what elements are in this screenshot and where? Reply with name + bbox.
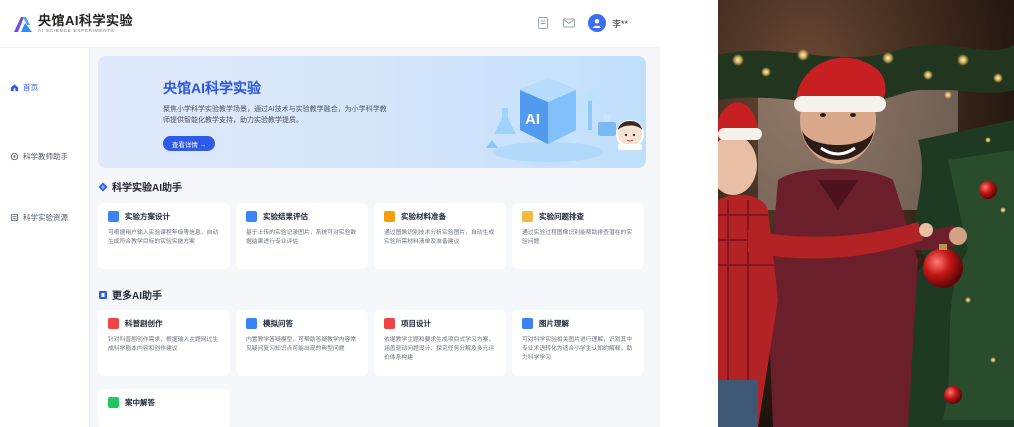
sidebar: 首页 科学教师助手 科学实验资源	[0, 48, 90, 427]
card-title: 实验结果评估	[263, 212, 308, 221]
logo-icon	[14, 16, 32, 32]
card-header: 案中解答	[108, 397, 220, 408]
answer-icon	[108, 397, 119, 408]
card-title: 模拟问答	[263, 319, 293, 328]
father-child-decorating-tree-image	[718, 0, 1014, 427]
card-header: 实验方案设计	[108, 211, 220, 222]
sidebar-item-home[interactable]: 首页	[0, 74, 90, 100]
card-answer[interactable]: 案中解答	[98, 389, 230, 427]
card-title: 实验方案设计	[125, 212, 170, 221]
teacher-icon	[10, 152, 19, 160]
home-icon	[10, 83, 19, 91]
card-description: 通过实验过程图像识别能帮助排查潜在的实验问题	[522, 230, 633, 245]
mail-icon[interactable]	[562, 16, 576, 30]
section-title-label: 科学实验AI助手	[112, 183, 182, 194]
logo-subtitle: AI SCIENCE EXPERIMENTS	[38, 27, 115, 33]
card-header: 图片理解	[522, 318, 634, 329]
logo-text: 央馆AI科学实验 AI SCIENCE EXPERIMENTS	[38, 12, 134, 34]
evaluate-icon	[246, 211, 257, 222]
drama-icon	[108, 318, 119, 329]
screenshot-root: 央馆AI科学实验 AI SCIENCE EXPERIMENTS 李** 首页 科…	[0, 0, 1014, 427]
image-icon	[522, 318, 533, 329]
card-material-prep[interactable]: 实验材料准备 通过图像识别技术分析实验图片，自动生成实验所需材料清单及准备建议	[374, 203, 506, 269]
card-title: 实验问题排查	[539, 212, 584, 221]
card-description: 内置教学答疑模型，可帮助答疑教学内容常见疑问复习知识点可能出现的典型问题	[246, 337, 357, 352]
resource-icon	[10, 213, 19, 221]
card-header: 实验结果评估	[246, 211, 358, 222]
sidebar-item-label: 科学实验资源	[23, 212, 68, 222]
card-title: 科普剧创作	[125, 319, 163, 328]
card-project-design[interactable]: 项目设计 依据教学主题和要求生成项目式学习方案，涵盖驱动问题设计、探究任务分解及…	[374, 310, 506, 376]
card-experiment-plan[interactable]: 实验方案设计 可根据用户输入实验课程年级等信息，自动生成符合教学目标的实验实施方…	[98, 203, 230, 269]
card-header: 科普剧创作	[108, 318, 220, 329]
ai-lab-illustration: AI	[486, 78, 644, 162]
sidebar-item-teacher[interactable]: 科学教师助手	[0, 143, 90, 169]
card-science-drama[interactable]: 科普剧创作 针对科普剧创作需求，根据输入主题网过生成科学剧本内容和创作建议	[98, 310, 230, 376]
view-details-button[interactable]: 查看详情 →	[163, 136, 215, 151]
top-bar: 央馆AI科学实验 AI SCIENCE EXPERIMENTS 李**	[0, 0, 660, 48]
card-description: 基于上传的实验记录图片，系统可对实验数据结果进行专业评估	[246, 230, 357, 245]
document-icon[interactable]	[536, 16, 550, 30]
sidebar-item-resources[interactable]: 科学实验资源	[0, 204, 90, 230]
card-description: 可根据用户输入实验课程年级等信息，自动生成符合教学目标的实验实施方案	[108, 230, 219, 245]
main-content: 央馆AI科学实验 聚焦小学科学实验教学场景，通过AI技术与实验教学融合，为小学科…	[90, 48, 660, 427]
banner-title: 央馆AI科学实验	[163, 80, 261, 96]
card-description: 通过图像识别技术分析实验图片，自动生成实验所需材料清单及准备建议	[384, 230, 495, 245]
svg-text:AI: AI	[525, 111, 540, 128]
card-troubleshoot[interactable]: 实验问题排查 通过实验过程图像识别能帮助排查潜在的实验问题	[512, 203, 644, 269]
christmas-photo	[718, 0, 1014, 427]
user-avatar[interactable]	[587, 14, 606, 32]
section-title-label: 更多AI助手	[112, 291, 162, 302]
project-icon	[384, 318, 395, 329]
card-header: 项目设计	[384, 318, 496, 329]
card-result-evaluation[interactable]: 实验结果评估 基于上传的实验记录图片，系统可对实验数据结果进行专业评估	[236, 203, 368, 269]
card-title: 实验材料准备	[401, 212, 446, 221]
card-image-understanding[interactable]: 图片理解 可对科学实验相关图片进行理解，识别其中专业术语转化为适合小学生认知的解…	[512, 310, 644, 376]
card-description: 针对科普剧创作需求，根据输入主题网过生成科学剧本内容和创作建议	[108, 337, 219, 352]
app-window: 央馆AI科学实验 AI SCIENCE EXPERIMENTS 李** 首页 科…	[0, 0, 660, 427]
logo[interactable]: 央馆AI科学实验 AI SCIENCE EXPERIMENTS	[12, 12, 134, 34]
qa-icon	[246, 318, 257, 329]
sidebar-item-label: 科学教师助手	[23, 151, 68, 161]
card-header: 实验问题排查	[522, 211, 634, 222]
top-actions: 李**	[536, 14, 628, 32]
bookmark-icon	[99, 290, 107, 299]
card-title: 项目设计	[401, 319, 431, 328]
card-title: 图片理解	[539, 319, 569, 328]
section-title-science-ai: 科学实验AI助手	[98, 179, 182, 194]
hero-banner: 央馆AI科学实验 聚焦小学科学实验教学场景，通过AI技术与实验教学融合，为小学科…	[98, 56, 646, 168]
troubleshoot-icon	[522, 211, 533, 222]
sidebar-item-label: 首页	[23, 82, 38, 92]
card-description: 可对科学实验相关图片进行理解，识别其中专业术语转化为适合小学生认知的解释，助力科…	[522, 337, 633, 361]
card-mock-qa[interactable]: 模拟问答 内置教学答疑模型，可帮助答疑教学内容常见疑问复习知识点可能出现的典型问…	[236, 310, 368, 376]
card-description: 依据教学主题和要求生成项目式学习方案，涵盖驱动问题设计、探究任务分解及多元评价体…	[384, 337, 495, 361]
user-icon	[592, 19, 602, 28]
banner-description: 聚焦小学科学实验教学场景，通过AI技术与实验教学融合，为小学科学教师提供智能化教…	[163, 106, 387, 124]
user-name[interactable]: 李**	[612, 17, 628, 30]
card-title: 案中解答	[125, 398, 155, 407]
logo-title: 央馆AI科学实验	[38, 12, 134, 28]
diamond-icon	[98, 182, 108, 191]
card-header: 模拟问答	[246, 318, 358, 329]
plan-icon	[108, 211, 119, 222]
section-title-more-ai: 更多AI助手	[98, 287, 162, 302]
card-header: 实验材料准备	[384, 211, 496, 222]
material-icon	[384, 211, 395, 222]
